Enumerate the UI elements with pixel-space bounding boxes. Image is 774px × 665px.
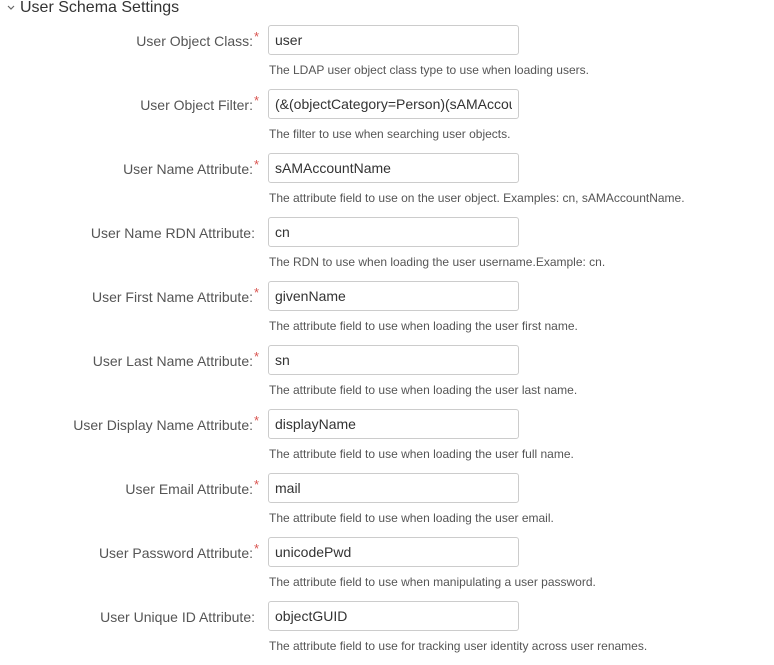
form-row-user-display-name-attribute: User Display Name Attribute:* The attribu… (0, 409, 774, 473)
field-help-text: The attribute field to use when loading … (269, 447, 574, 461)
required-indicator: * (254, 477, 260, 492)
form-row-user-object-filter: User Object Filter:* The filter to use wh… (0, 89, 774, 153)
field-label: User Name RDN Attribute: (90, 225, 255, 241)
field-help-text: The attribute field to use when loading … (269, 319, 578, 333)
field-help-text: The filter to use when searching user ob… (269, 127, 511, 141)
field-label: User Display Name Attribute: (73, 417, 253, 433)
form-row-user-name-rdn-attribute: User Name RDN Attribute: The RDN to use w… (0, 217, 774, 281)
required-indicator: * (254, 413, 260, 428)
chevron-down-icon[interactable] (6, 2, 16, 12)
field-label: User Last Name Attribute: (92, 353, 253, 369)
required-indicator: * (254, 157, 260, 172)
form-row-user-name-attribute: User Name Attribute:* The attribute field… (0, 153, 774, 217)
user-display-name-attribute-input[interactable] (268, 409, 519, 439)
form-row-user-email-attribute: User Email Attribute:* The attribute fiel… (0, 473, 774, 537)
form-row-user-last-name-attribute: User Last Name Attribute:* The attribute … (0, 345, 774, 409)
user-last-name-attribute-input[interactable] (268, 345, 519, 375)
field-help-text: The LDAP user object class type to use w… (269, 63, 589, 77)
field-label: User Name Attribute: (123, 161, 253, 177)
user-email-attribute-input[interactable] (268, 473, 519, 503)
field-label: User Object Filter: (140, 97, 253, 113)
form-row-user-password-attribute: User Password Attribute:* The attribute f… (0, 537, 774, 601)
user-password-attribute-input[interactable] (268, 537, 519, 567)
user-object-filter-input[interactable] (268, 89, 519, 119)
field-label: User First Name Attribute: (91, 289, 253, 305)
field-help-text: The attribute field to use when loading … (269, 511, 554, 525)
required-indicator: * (254, 285, 260, 300)
required-indicator: * (254, 29, 260, 44)
form-row-user-first-name-attribute: User First Name Attribute:* The attribute… (0, 281, 774, 345)
form-row-user-object-class: User Object Class:* The LDAP user object … (0, 25, 774, 89)
field-help-text: The RDN to use when loading the user use… (269, 255, 606, 269)
section-header-user-schema[interactable]: User Schema Settings (6, 0, 179, 18)
field-label: User Object Class: (136, 33, 253, 49)
form-row-user-unique-id-attribute: User Unique ID Attribute: The attribute f… (0, 601, 774, 665)
user-first-name-attribute-input[interactable] (268, 281, 519, 311)
required-indicator: * (254, 93, 260, 108)
field-help-text: The attribute field to use for tracking … (269, 639, 648, 653)
field-help-text: The attribute field to use when manipula… (269, 575, 596, 589)
field-label: User Password Attribute: (98, 545, 253, 561)
field-label: User Email Attribute: (125, 481, 253, 497)
field-help-text: The attribute field to use when loading … (269, 383, 578, 397)
field-label: User Unique ID Attribute: (100, 609, 255, 625)
section-title: User Schema Settings (20, 0, 180, 16)
user-unique-id-attribute-input[interactable] (268, 601, 519, 631)
user-object-class-input[interactable] (268, 25, 519, 55)
user-name-rdn-attribute-input[interactable] (268, 217, 519, 247)
required-indicator: * (254, 541, 260, 556)
user-name-attribute-input[interactable] (268, 153, 519, 183)
required-indicator: * (254, 349, 260, 364)
field-help-text: The attribute field to use on the user o… (269, 191, 685, 205)
